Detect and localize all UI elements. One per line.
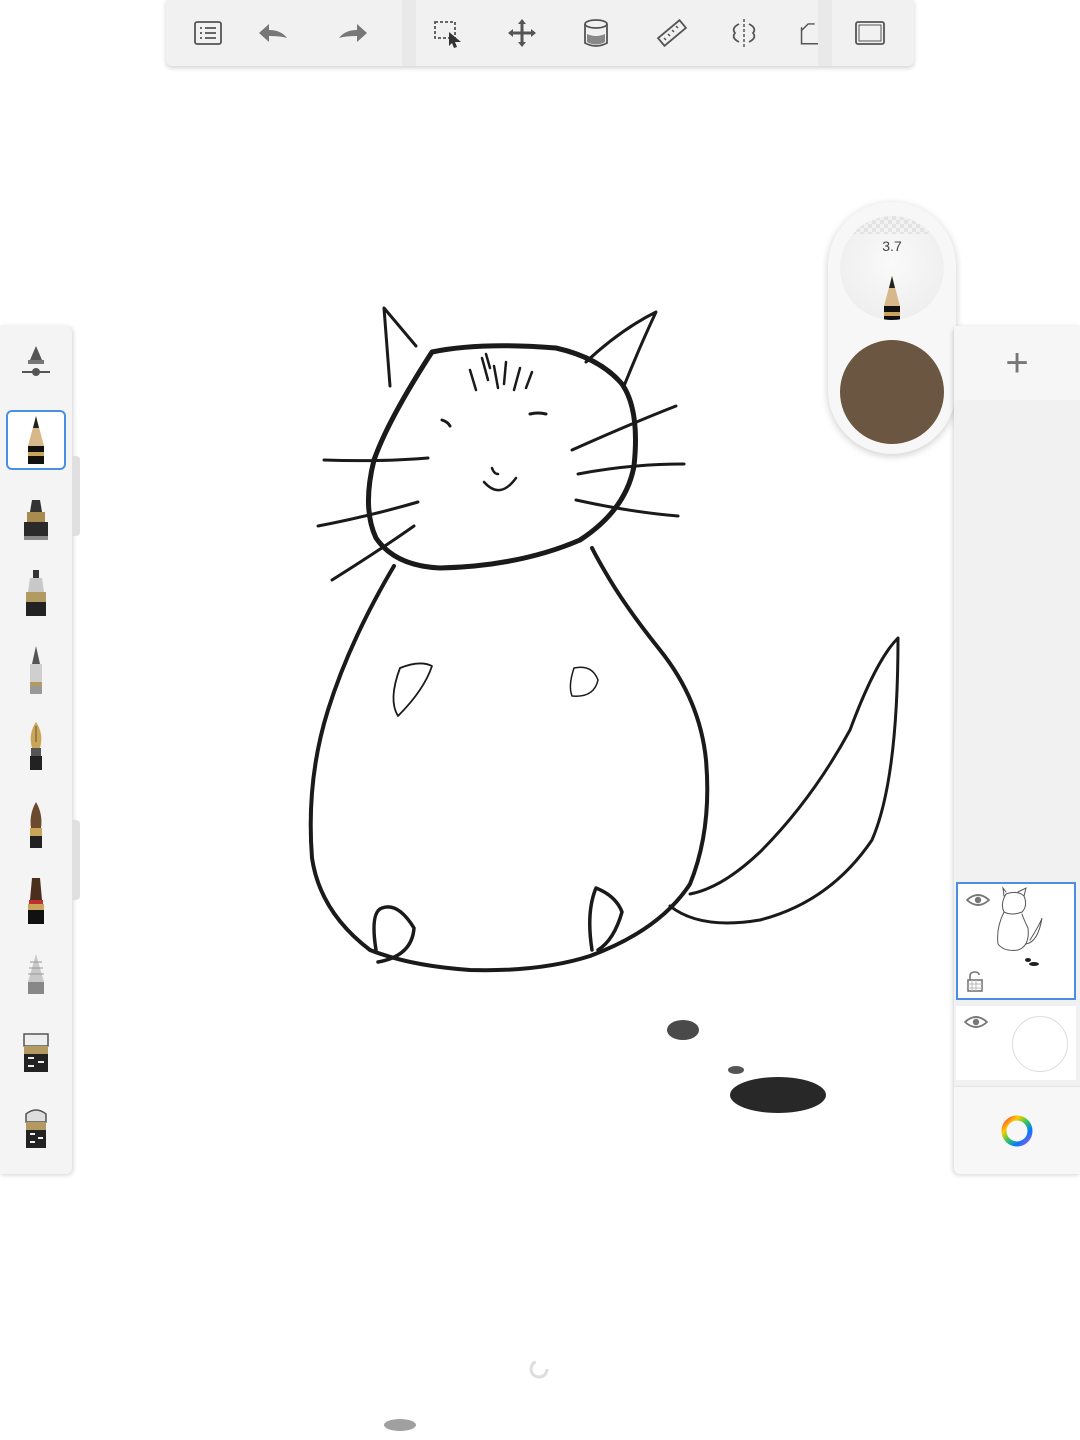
brush-size-value: 3.7	[882, 238, 902, 254]
gallery-menu-button[interactable]	[188, 13, 228, 53]
fullscreen-icon	[855, 21, 885, 45]
ballpoint-brush[interactable]	[6, 640, 66, 700]
airbrush-icon	[28, 954, 44, 994]
toolbar-divider	[818, 0, 832, 66]
brush-puck[interactable]: 3.7	[828, 202, 956, 454]
brush-palette-scroll-handle[interactable]	[72, 456, 80, 536]
cat-right-whiskers	[570, 404, 686, 518]
ink-smudge-large	[730, 1077, 826, 1113]
eraser-icon	[23, 1033, 49, 1072]
symmetry-icon	[732, 19, 756, 47]
move-arrows-icon	[508, 19, 536, 47]
list-icon	[194, 21, 222, 45]
cat-head	[366, 343, 638, 571]
layer-1[interactable]	[956, 882, 1076, 1000]
marker-brush[interactable]	[6, 488, 66, 548]
soft-eraser-icon	[25, 1109, 47, 1148]
unlock-icon[interactable]	[966, 970, 984, 992]
transform-button[interactable]	[502, 13, 542, 53]
soft-eraser[interactable]	[6, 1098, 66, 1158]
ink-smudge-small	[667, 1020, 699, 1040]
cat-left-ear	[382, 306, 418, 388]
ballpoint-icon	[30, 646, 42, 694]
redo-arrow-icon	[339, 24, 367, 42]
cat-right-ear	[584, 310, 658, 388]
loading-spinner-icon	[529, 1359, 549, 1379]
ink-smudge-tiny	[728, 1066, 744, 1074]
pencil-brush[interactable]	[6, 410, 66, 470]
cat-nose	[490, 466, 500, 476]
eye-icon[interactable]	[964, 1014, 988, 1030]
top-toolbar	[166, 0, 914, 66]
paint-bucket-icon	[584, 19, 608, 47]
hard-eraser[interactable]	[6, 1022, 66, 1082]
brush-size-control[interactable]: 3.7	[840, 216, 944, 320]
cat-mouth	[482, 476, 518, 492]
ink-pen-brush[interactable]	[6, 564, 66, 624]
pencil-icon	[884, 276, 900, 320]
brush-properties-icon	[22, 346, 50, 376]
brush-palette-scroll-handle[interactable]	[72, 820, 80, 900]
selection-button[interactable]	[428, 13, 468, 53]
layer-editor: +	[954, 326, 1080, 1174]
cat-body	[308, 546, 710, 973]
plus-icon: +	[1005, 341, 1029, 385]
paint-brush-icon	[30, 802, 42, 848]
marker-icon	[24, 500, 48, 540]
redo-button[interactable]	[332, 13, 372, 53]
ruler-icon	[656, 18, 688, 48]
fountain-pen-brush[interactable]	[6, 716, 66, 776]
undo-button[interactable]	[254, 13, 294, 53]
cat-forehead-marks	[468, 352, 534, 392]
cat-left-eye	[440, 418, 452, 428]
ink-pen-icon	[26, 570, 46, 616]
airbrush[interactable]	[6, 946, 66, 1006]
symmetry-button[interactable]	[724, 13, 764, 53]
color-wheel-icon	[1001, 1115, 1033, 1146]
perspective-icon	[800, 23, 818, 45]
cat-belly-left	[392, 662, 433, 717]
add-layer-button[interactable]: +	[954, 326, 1080, 400]
background-layer[interactable]	[956, 1006, 1076, 1080]
ink-smudge-bottom	[384, 1419, 416, 1431]
flat-brush-icon	[28, 878, 44, 924]
toolbar-divider	[402, 0, 416, 66]
marquee-select-icon	[434, 21, 461, 48]
flat-brush[interactable]	[6, 870, 66, 930]
color-editor-button[interactable]	[954, 1086, 1080, 1174]
undo-arrow-icon	[259, 24, 287, 42]
brush-properties-button[interactable]	[6, 334, 66, 394]
fullscreen-button[interactable]	[850, 13, 890, 53]
cat-tail	[668, 636, 900, 925]
fill-button[interactable]	[576, 13, 616, 53]
pencil-icon	[28, 416, 44, 464]
cat-right-eye	[528, 411, 548, 416]
perspective-button[interactable]	[790, 13, 818, 53]
cat-belly-right	[569, 666, 599, 697]
paint-brush[interactable]	[6, 794, 66, 854]
fountain-pen-icon	[30, 722, 42, 770]
background-color-swatch[interactable]	[1012, 1016, 1068, 1072]
ruler-button[interactable]	[652, 13, 692, 53]
brush-palette	[0, 326, 72, 1174]
opacity-pattern	[840, 216, 944, 234]
cat-right-foot	[588, 886, 624, 952]
current-color-swatch[interactable]	[840, 340, 944, 444]
